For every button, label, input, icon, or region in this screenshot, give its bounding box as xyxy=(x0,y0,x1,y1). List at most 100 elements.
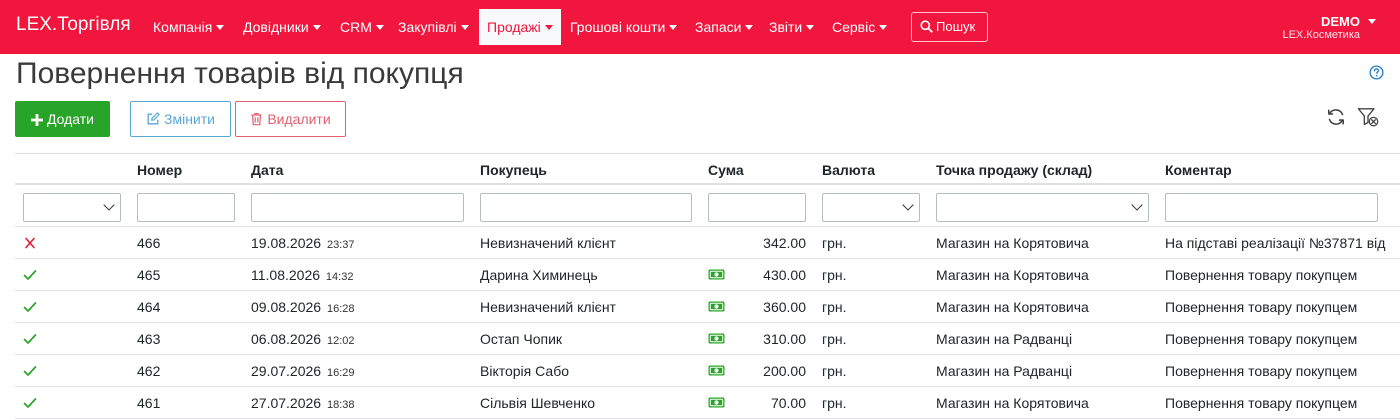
row-point-of-sale: Магазин на Радванці xyxy=(936,363,1073,379)
add-button[interactable]: Додати xyxy=(15,101,110,137)
edit-button[interactable]: Змінити xyxy=(130,101,231,137)
nav-menu-label: Запаси xyxy=(695,19,742,35)
column-header-customer[interactable]: Покупець xyxy=(480,162,547,178)
row-number: 466 xyxy=(137,235,161,251)
row-comment-cell: Повернення товару покупцем xyxy=(1165,291,1400,323)
table-row[interactable]: 463 06.08.2026 12:02 Остап Чопик 310.00 грн.… xyxy=(15,323,1400,355)
row-comment-cell: Повернення товару покупцем xyxy=(1165,387,1400,419)
caret-down-icon xyxy=(312,25,321,30)
row-point-of-sale: Магазин на Радванці xyxy=(936,331,1073,347)
row-comment-cell: Повернення товару покупцем xyxy=(1165,355,1400,387)
amount-filter-input[interactable] xyxy=(708,193,806,222)
top-navbar: LEX.Торгівля Компанія Довідники CRM Заку… xyxy=(0,0,1400,54)
number-filter-input[interactable] xyxy=(137,193,235,222)
table-row[interactable]: 466 19.08.2026 23:37 Невизначений клієнт 34… xyxy=(15,227,1400,259)
app-brand[interactable]: LEX.Торгівля xyxy=(16,14,131,36)
nav-menu-label: CRM xyxy=(340,19,372,35)
row-number: 463 xyxy=(137,331,161,347)
nav-menu-reports[interactable]: Звіти xyxy=(761,9,822,45)
column-header-date[interactable]: Дата xyxy=(251,162,283,178)
user-company: LEX.Косметика xyxy=(1282,29,1360,41)
caret-down-icon xyxy=(806,25,815,30)
row-currency: грн. xyxy=(822,331,847,347)
nav-menu-label: Довідники xyxy=(243,19,309,35)
nav-menu-crm[interactable]: CRM xyxy=(332,9,392,45)
nav-menu-company[interactable]: Компанія xyxy=(145,9,232,45)
nav-menu-label: Сервіс xyxy=(832,19,876,35)
row-number: 462 xyxy=(137,363,161,379)
row-comment: Повернення товару покупцем xyxy=(1165,331,1358,347)
row-time: 12:02 xyxy=(326,335,355,347)
nav-menu-purchases[interactable]: Закупівлі xyxy=(390,9,477,45)
caret-down-icon xyxy=(375,25,384,30)
column-header-currency[interactable]: Валюта xyxy=(822,162,875,178)
caret-down-icon xyxy=(544,25,553,30)
table-row[interactable]: 461 27.07.2026 18:38 Сільвія Шевченко 70.00… xyxy=(15,387,1400,419)
search-button[interactable]: Пошук xyxy=(911,12,988,42)
chevron-down-icon xyxy=(103,199,115,211)
status-filter-select[interactable] xyxy=(23,193,121,222)
row-amount: 360.00 xyxy=(763,299,806,315)
delete-label: Видалити xyxy=(267,111,331,127)
row-date: 27.07.2026 18:38 xyxy=(251,395,355,411)
caret-down-icon xyxy=(879,25,888,30)
row-currency: грн. xyxy=(822,267,847,283)
row-comment-cell: Повернення товару покупцем xyxy=(1165,323,1400,355)
row-date-value: 27.07.2026 xyxy=(251,395,322,411)
row-currency: грн. xyxy=(822,235,847,251)
currency-filter-select[interactable] xyxy=(822,193,920,222)
row-comment: Повернення товару покупцем xyxy=(1165,395,1358,411)
nav-menu-cash[interactable]: Грошові кошти xyxy=(562,9,685,45)
row-number: 465 xyxy=(137,267,161,283)
search-label: Пошук xyxy=(936,19,976,34)
row-date-value: 19.08.2026 xyxy=(251,235,322,251)
refresh-icon[interactable] xyxy=(1325,106,1347,128)
row-point-of-sale: Магазин на Корятовича xyxy=(936,235,1089,251)
row-date: 11.08.2026 14:32 xyxy=(251,267,353,283)
table-row[interactable]: 462 29.07.2026 16:29 Вікторія Сабо 200.00 гр… xyxy=(15,355,1400,387)
delete-button[interactable]: Видалити xyxy=(235,101,346,137)
point-of-sale-filter-select[interactable] xyxy=(936,193,1149,222)
checkmark-icon xyxy=(23,270,37,280)
row-customer: Вікторія Сабо xyxy=(480,363,569,379)
row-comment-cell: Повернення товару покупцем xyxy=(1165,259,1400,291)
nav-menu-stock[interactable]: Запаси xyxy=(687,9,761,45)
clear-filter-icon[interactable] xyxy=(1357,106,1379,128)
row-customer: Невизначений клієнт xyxy=(480,235,616,251)
caret-down-icon xyxy=(216,25,225,30)
row-comment: Повернення товару покупцем xyxy=(1165,267,1358,283)
table-row[interactable]: 465 11.08.2026 14:32 Дарина Химинець 430.00… xyxy=(15,259,1400,291)
row-time: 16:29 xyxy=(326,367,355,379)
nav-menu-label: Продажі xyxy=(487,19,541,35)
row-customer: Дарина Химинець xyxy=(480,267,598,283)
row-time: 23:37 xyxy=(326,239,355,251)
filter-row xyxy=(15,187,1400,227)
user-menu[interactable]: DEMO LEX.Косметика xyxy=(1282,14,1376,42)
comment-filter-input[interactable] xyxy=(1165,193,1378,222)
nav-menu-sales[interactable]: Продажі xyxy=(479,9,561,45)
customer-filter-input[interactable] xyxy=(480,193,692,222)
column-header-amount[interactable]: Сума xyxy=(708,162,744,178)
column-header-point-of-sale[interactable]: Точка продажу (склад) xyxy=(936,162,1092,178)
column-header-comment[interactable]: Коментар xyxy=(1165,162,1232,178)
row-time: 16:28 xyxy=(326,303,355,315)
row-comment: Повернення товару покупцем xyxy=(1165,363,1358,379)
caret-down-icon xyxy=(669,25,678,30)
row-number: 464 xyxy=(137,299,161,315)
nav-menu-label: Грошові кошти xyxy=(570,19,666,35)
nav-menu-directories[interactable]: Довідники xyxy=(235,9,329,45)
row-amount: 70.00 xyxy=(770,395,806,411)
table-row[interactable]: 464 09.08.2026 16:28 Невизначений клієнт 36… xyxy=(15,291,1400,323)
nav-menu-label: Закупівлі xyxy=(398,19,457,35)
row-date-value: 11.08.2026 xyxy=(251,267,321,283)
nav-menu-label: Звіти xyxy=(769,19,803,35)
column-header-number[interactable]: Номер xyxy=(137,162,182,178)
help-icon[interactable] xyxy=(1369,65,1384,80)
date-filter-input[interactable] xyxy=(251,193,464,222)
row-amount: 310.00 xyxy=(763,331,806,347)
row-date: 06.08.2026 12:02 xyxy=(251,331,355,347)
nav-menu-service[interactable]: Сервіс xyxy=(824,9,895,45)
table-header: Номер Дата Покупець Сума Валюта Точка пр… xyxy=(15,153,1400,185)
row-comment: Повернення товару покупцем xyxy=(1165,299,1358,315)
row-customer: Невизначений клієнт xyxy=(480,299,616,315)
